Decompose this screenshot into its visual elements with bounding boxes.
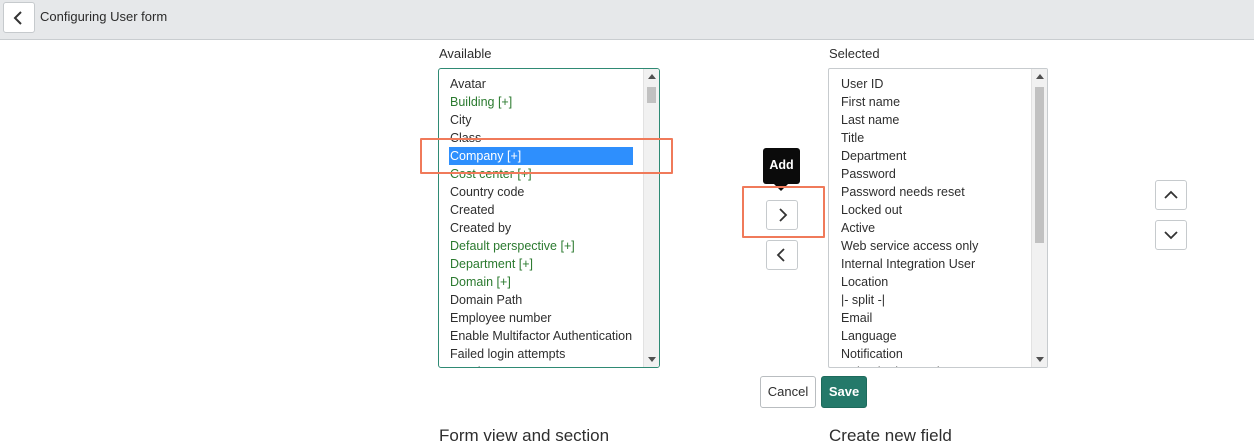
available-option[interactable]: Employee number xyxy=(439,309,643,327)
scroll-thumb[interactable] xyxy=(647,87,656,103)
save-button[interactable]: Save xyxy=(821,376,867,408)
selected-option[interactable]: Email xyxy=(829,309,1031,327)
available-option[interactable]: Domain [+] xyxy=(439,273,643,291)
form-view-section-heading: Form view and section xyxy=(439,426,610,445)
move-down-button[interactable] xyxy=(1155,220,1187,250)
selected-option[interactable]: Title xyxy=(829,129,1031,147)
selected-option[interactable]: Locked out xyxy=(829,201,1031,219)
chevron-left-icon xyxy=(776,248,785,262)
available-option[interactable]: Failed login attempts xyxy=(439,345,643,363)
move-up-button[interactable] xyxy=(1155,180,1187,210)
chevron-up-icon xyxy=(1164,190,1178,199)
available-option[interactable]: Avatar xyxy=(439,75,643,93)
selected-option[interactable]: |- split -| xyxy=(829,291,1031,309)
selected-option[interactable]: User ID xyxy=(829,75,1031,93)
available-list[interactable]: Avatar Building [+] City Class Company [+] Co… xyxy=(438,68,660,368)
selected-option[interactable]: Last name xyxy=(829,111,1031,129)
selected-option[interactable]: Active xyxy=(829,219,1031,237)
selected-option[interactable]: Password needs reset xyxy=(829,183,1031,201)
remove-button[interactable] xyxy=(766,240,798,270)
cancel-button[interactable]: Cancel xyxy=(760,376,816,408)
available-option[interactable]: Enable Multifactor Authentication xyxy=(439,327,643,345)
selected-label: Selected xyxy=(829,46,880,61)
available-option[interactable]: Created xyxy=(439,201,643,219)
available-option[interactable]: Domain Path xyxy=(439,291,643,309)
available-option[interactable]: City xyxy=(439,111,643,129)
header-bar: Configuring User form xyxy=(0,0,1254,40)
chevron-down-icon xyxy=(1164,231,1178,240)
scroll-thumb[interactable] xyxy=(1035,87,1044,243)
highlight-company-item xyxy=(420,138,673,174)
selected-option[interactable]: Language xyxy=(829,327,1031,345)
selected-option[interactable]: First name xyxy=(829,93,1031,111)
add-tooltip: Add xyxy=(763,148,800,191)
selected-option[interactable]: Notification xyxy=(829,345,1031,363)
selected-option[interactable]: Web service access only xyxy=(829,237,1031,255)
page-title: Configuring User form xyxy=(40,9,168,24)
scroll-down-arrow-icon[interactable] xyxy=(1036,357,1044,362)
scroll-down-arrow-icon[interactable] xyxy=(648,357,656,362)
selected-option[interactable]: Calendar integration xyxy=(829,363,1031,367)
available-option[interactable]: Department [+] xyxy=(439,255,643,273)
create-new-field-heading: Create new field xyxy=(829,426,952,445)
selected-list[interactable]: User ID First name Last name Title Departmen… xyxy=(828,68,1048,368)
back-button[interactable] xyxy=(3,2,35,33)
selected-option[interactable]: Internal Integration User xyxy=(829,255,1031,273)
available-label: Available xyxy=(439,46,492,61)
available-option[interactable]: Gender xyxy=(439,363,643,367)
selected-option[interactable]: Password xyxy=(829,165,1031,183)
selected-scrollbar[interactable] xyxy=(1031,69,1047,367)
selected-option[interactable]: Department xyxy=(829,147,1031,165)
available-option[interactable]: Default perspective [+] xyxy=(439,237,643,255)
available-option[interactable]: Building [+] xyxy=(439,93,643,111)
scroll-up-arrow-icon[interactable] xyxy=(1036,74,1044,79)
available-option[interactable]: Created by xyxy=(439,219,643,237)
available-scrollbar[interactable] xyxy=(643,69,659,367)
selected-option[interactable]: Location xyxy=(829,273,1031,291)
available-option[interactable]: Country code xyxy=(439,183,643,201)
chevron-left-icon xyxy=(13,10,22,25)
scroll-up-arrow-icon[interactable] xyxy=(648,74,656,79)
highlight-add-button xyxy=(742,186,825,238)
